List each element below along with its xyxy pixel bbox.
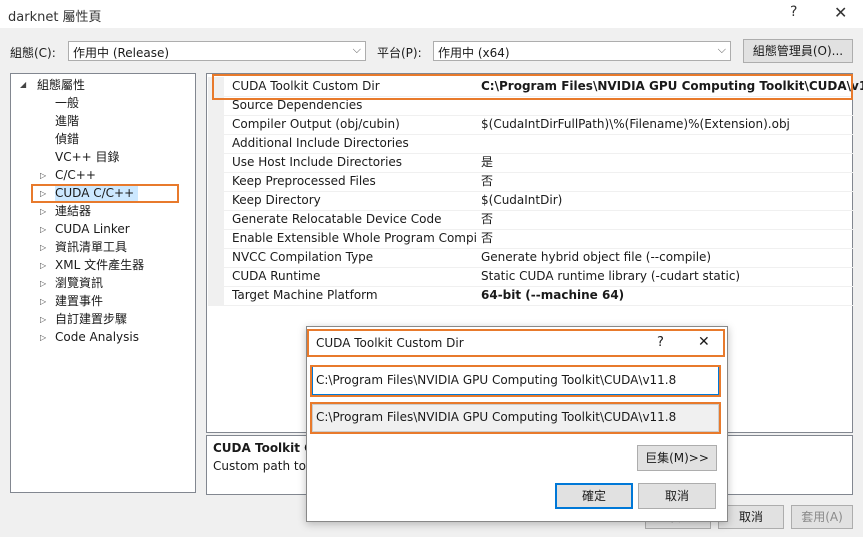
row-gutter bbox=[208, 210, 224, 229]
tree-item[interactable]: XML 文件產生器 bbox=[55, 256, 144, 274]
property-tree: ◢ 組態屬性 一般 進階 偵錯 VC++ 目錄 ▷ C/C++ ▷ CUDA C/C++ ▷ 連結… bbox=[10, 73, 196, 493]
evaluated-highlight bbox=[310, 402, 721, 434]
tree-item[interactable]: 瀏覽資訊 bbox=[55, 274, 103, 292]
tree-item[interactable]: C/C++ bbox=[55, 166, 96, 184]
tree-item[interactable]: CUDA Linker bbox=[55, 220, 130, 238]
property-value[interactable]: 否 bbox=[481, 172, 493, 191]
expand-arrow-icon[interactable]: ▷ bbox=[40, 207, 46, 216]
config-value: 作用中 (Release) bbox=[73, 46, 170, 60]
property-row[interactable]: Compiler Output (obj/cubin) $(CudaIntDirF… bbox=[208, 115, 853, 135]
property-name: Target Machine Platform bbox=[232, 288, 378, 302]
row-gutter bbox=[208, 267, 224, 286]
row-gutter bbox=[208, 134, 224, 153]
title-bar: darknet 屬性頁 ? ✕ bbox=[0, 0, 863, 28]
property-value[interactable]: 64-bit (--machine 64) bbox=[481, 286, 624, 305]
property-value[interactable]: $(CudaIntDir) bbox=[481, 191, 562, 210]
description-text: Custom path to t bbox=[213, 459, 315, 473]
property-value[interactable]: 是 bbox=[481, 153, 493, 172]
property-name: NVCC Compilation Type bbox=[232, 250, 374, 264]
expand-arrow-icon[interactable]: ▷ bbox=[40, 297, 46, 306]
tree-highlight bbox=[31, 184, 179, 203]
tree-item[interactable]: Code Analysis bbox=[55, 328, 139, 346]
custom-dir-dialog: CUDA Toolkit Custom Dir ? ✕ C:\Program F… bbox=[306, 326, 728, 522]
tree-item[interactable]: 進階 bbox=[55, 112, 79, 130]
property-row[interactable]: Target Machine Platform 64-bit (--machine… bbox=[208, 286, 853, 306]
window-title: darknet 屬性頁 bbox=[8, 10, 102, 25]
row-gutter bbox=[208, 191, 224, 210]
property-highlight bbox=[212, 74, 853, 100]
property-name: Generate Relocatable Device Code bbox=[232, 212, 442, 226]
row-gutter bbox=[208, 248, 224, 267]
chevron-down-icon: ⌵ bbox=[352, 43, 361, 56]
expand-arrow-icon[interactable]: ▷ bbox=[40, 333, 46, 342]
platform-value: 作用中 (x64) bbox=[438, 46, 510, 60]
macros-button[interactable]: 巨集(M)>> bbox=[637, 445, 717, 471]
expand-arrow-icon[interactable]: ▷ bbox=[40, 279, 46, 288]
dialog-close-button[interactable]: ✕ bbox=[698, 334, 710, 350]
dialog-title: CUDA Toolkit Custom Dir bbox=[316, 336, 464, 350]
property-value[interactable]: Static CUDA runtime library (-cudart sta… bbox=[481, 267, 740, 286]
property-row[interactable]: Enable Extensible Whole Program Compilat… bbox=[208, 229, 853, 249]
property-row[interactable]: Generate Relocatable Device Code 否 bbox=[208, 210, 853, 230]
expand-arrow-icon[interactable]: ▷ bbox=[40, 243, 46, 252]
property-value[interactable]: $(CudaIntDirFullPath)\%(Filename)%(Exten… bbox=[481, 115, 790, 134]
property-name: CUDA Runtime bbox=[232, 269, 321, 283]
help-button[interactable]: ? bbox=[790, 4, 797, 20]
property-row[interactable]: Keep Directory $(CudaIntDir) bbox=[208, 191, 853, 211]
row-gutter bbox=[208, 172, 224, 191]
property-name: Use Host Include Directories bbox=[232, 155, 403, 169]
platform-dropdown[interactable]: 作用中 (x64) ⌵ bbox=[433, 41, 731, 61]
row-gutter bbox=[208, 229, 224, 248]
property-row[interactable]: Use Host Include Directories 是 bbox=[208, 153, 853, 173]
property-name: Compiler Output (obj/cubin) bbox=[232, 117, 400, 131]
property-name: Additional Include Directories bbox=[232, 136, 409, 150]
expand-arrow-icon[interactable]: ▷ bbox=[40, 261, 46, 270]
row-gutter bbox=[208, 153, 224, 172]
tree-root[interactable]: 組態屬性 bbox=[37, 76, 85, 94]
expand-arrow-icon[interactable]: ▷ bbox=[40, 171, 46, 180]
close-button[interactable]: ✕ bbox=[834, 3, 847, 22]
apply-button[interactable]: 套用(A) bbox=[791, 505, 853, 529]
tree-item[interactable]: VC++ 目錄 bbox=[55, 148, 120, 166]
dialog-ok-button[interactable]: 確定 bbox=[555, 483, 633, 509]
row-gutter bbox=[208, 115, 224, 134]
dir-input-highlight bbox=[310, 365, 721, 397]
property-value[interactable]: Generate hybrid object file (--compile) bbox=[481, 248, 711, 267]
dialog-help-button[interactable]: ? bbox=[657, 335, 664, 350]
tree-item[interactable]: 建置事件 bbox=[55, 292, 103, 310]
property-row[interactable]: Keep Preprocessed Files 否 bbox=[208, 172, 853, 192]
row-gutter bbox=[208, 286, 224, 305]
config-dropdown[interactable]: 作用中 (Release) ⌵ bbox=[68, 41, 366, 61]
platform-label: 平台(P): bbox=[377, 46, 422, 60]
property-row[interactable]: NVCC Compilation Type Generate hybrid obj… bbox=[208, 248, 853, 268]
property-name: Keep Directory bbox=[232, 193, 321, 207]
collapse-arrow-icon[interactable]: ◢ bbox=[20, 80, 26, 89]
tree-item[interactable]: 連結器 bbox=[55, 202, 91, 220]
config-label: 組態(C): bbox=[10, 46, 56, 60]
tree-item[interactable]: 偵錯 bbox=[55, 130, 79, 148]
property-name: Enable Extensible Whole Program Compilat… bbox=[232, 231, 478, 245]
dialog-cancel-button[interactable]: 取消 bbox=[638, 483, 716, 509]
tree-item[interactable]: 一般 bbox=[55, 94, 79, 112]
property-value[interactable]: 否 bbox=[481, 210, 493, 229]
property-row[interactable]: CUDA Runtime Static CUDA runtime library … bbox=[208, 267, 853, 287]
property-name: Keep Preprocessed Files bbox=[232, 174, 376, 188]
property-value[interactable]: 否 bbox=[481, 229, 493, 248]
tree-item[interactable]: 自訂建置步驟 bbox=[55, 310, 127, 328]
expand-arrow-icon[interactable]: ▷ bbox=[40, 315, 46, 324]
property-row[interactable]: Additional Include Directories bbox=[208, 134, 853, 154]
chevron-down-icon: ⌵ bbox=[717, 43, 726, 56]
expand-arrow-icon[interactable]: ▷ bbox=[40, 225, 46, 234]
config-manager-button[interactable]: 組態管理員(O)... bbox=[743, 39, 853, 63]
tree-item[interactable]: 資訊清單工具 bbox=[55, 238, 127, 256]
